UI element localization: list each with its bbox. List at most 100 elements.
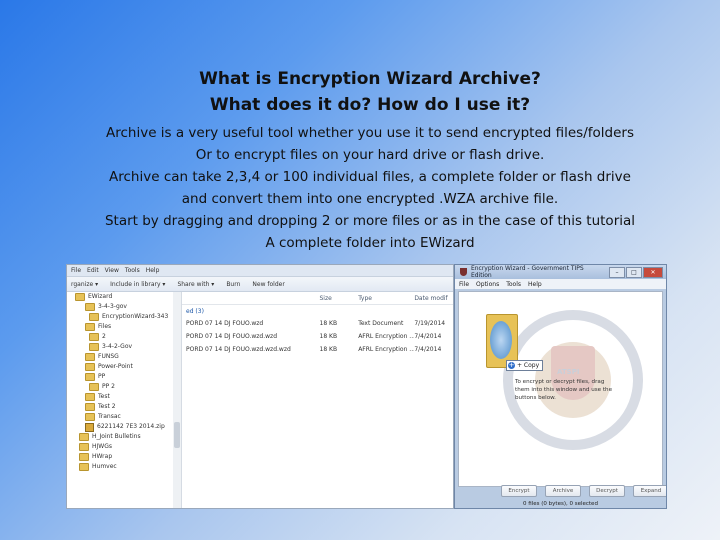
wizard-title: Encryption Wizard - Government TIPS Edit… bbox=[470, 265, 584, 279]
folder-icon bbox=[85, 303, 95, 311]
folder-icon bbox=[89, 383, 99, 391]
menu-edit[interactable]: Edit bbox=[87, 267, 99, 274]
file-type: AFRL Encryption ... bbox=[358, 333, 415, 340]
wizard-menu-file[interactable]: File bbox=[459, 281, 469, 288]
close-button[interactable]: ✕ bbox=[643, 266, 663, 278]
folder-icon bbox=[79, 453, 89, 461]
explorer-window: File Edit View Tools Help rganize ▾ Incl… bbox=[66, 264, 454, 509]
column-size[interactable]: Size bbox=[320, 295, 359, 302]
file-row[interactable]: PORD 07 14 DJ FOUO.wzd.wzd 18 KB AFRL Encr… bbox=[182, 330, 453, 343]
expand-button[interactable]: Expand bbox=[633, 485, 666, 497]
wizard-status: 0 files (0 bytes), 0 selected bbox=[523, 501, 598, 507]
body-line-2: Or to encrypt files on your hard drive o… bbox=[195, 147, 545, 163]
maximize-button[interactable]: □ bbox=[626, 266, 642, 278]
nav-item-label: H_Joint Bulletins bbox=[92, 433, 141, 440]
body-line-4: and convert them into one encrypted .WZA… bbox=[181, 191, 559, 207]
folder-icon bbox=[85, 323, 95, 331]
file-size: 18 KB bbox=[319, 320, 338, 327]
nav-item[interactable]: Humvec bbox=[67, 462, 173, 472]
folder-icon bbox=[85, 413, 95, 421]
file-name: PORD 07 14 DJ FOUO.wzd.wzd.wzd bbox=[186, 346, 291, 353]
nav-item-label: PP 2 bbox=[102, 383, 115, 390]
folder-icon bbox=[89, 333, 99, 341]
nav-item-label: 3-4-2-Gov bbox=[102, 343, 133, 350]
folder-icon bbox=[75, 293, 85, 301]
nav-item[interactable]: H_Joint Bulletins bbox=[67, 432, 173, 442]
organize-button[interactable]: rganize ▾ bbox=[71, 281, 98, 288]
nav-item[interactable]: 6221142 7E3 2014.zip bbox=[67, 422, 173, 432]
nav-item[interactable]: Files bbox=[67, 322, 173, 332]
file-row[interactable]: PORD 07 14 DJ FOUO.wzd.wzd.wzd 18 KB AFRL … bbox=[182, 343, 453, 356]
nav-item-label: EWizard bbox=[88, 293, 113, 300]
nav-item[interactable]: 3-4-3-gov bbox=[67, 302, 173, 312]
nav-item[interactable]: HJWGs bbox=[67, 442, 173, 452]
window-controls: – □ ✕ bbox=[609, 266, 666, 278]
wizard-menu-help[interactable]: Help bbox=[528, 281, 542, 288]
nav-item[interactable]: Transac bbox=[67, 412, 173, 422]
slide-title: What is Encryption Wizard Archive? What … bbox=[60, 66, 680, 118]
wizard-shield-icon bbox=[460, 268, 467, 276]
folder-icon bbox=[85, 353, 95, 361]
nav-item-label: Test 2 bbox=[98, 403, 116, 410]
nav-item[interactable]: 2 bbox=[67, 332, 173, 342]
scrollbar-thumb[interactable] bbox=[174, 422, 180, 448]
file-row[interactable]: PORD 07 14 DJ FOUO.wzd 18 KB Text Document… bbox=[182, 317, 453, 330]
column-type[interactable]: Type bbox=[358, 295, 414, 302]
nav-item[interactable]: 3-4-2-Gov bbox=[67, 342, 173, 352]
encrypt-button[interactable]: Encrypt bbox=[501, 485, 537, 497]
include-in-library-button[interactable]: Include in library ▾ bbox=[110, 281, 165, 288]
nav-item[interactable]: PP 2 bbox=[67, 382, 173, 392]
file-date: 7/4/2014 bbox=[414, 346, 442, 353]
file-size: 18 KB bbox=[319, 333, 338, 340]
nav-item[interactable]: Power-Point bbox=[67, 362, 173, 372]
explorer-menubar: File Edit View Tools Help bbox=[67, 265, 453, 277]
nav-item-label: HJWGs bbox=[92, 443, 112, 450]
nav-item-label: 3-4-3-gov bbox=[98, 303, 127, 310]
copy-tooltip: + + Copy bbox=[506, 360, 544, 371]
burn-button[interactable]: Burn bbox=[226, 281, 240, 288]
navigation-scrollbar[interactable] bbox=[173, 292, 182, 508]
file-name: PORD 07 14 DJ FOUO.wzd.wzd bbox=[186, 333, 278, 340]
column-date[interactable]: Date modif bbox=[414, 295, 453, 302]
new-folder-button[interactable]: New folder bbox=[252, 281, 284, 288]
nav-item[interactable]: HWrap bbox=[67, 452, 173, 462]
nav-item[interactable]: EWizard bbox=[67, 292, 173, 302]
copy-plus-icon: + bbox=[508, 361, 515, 369]
folder-icon bbox=[85, 403, 95, 411]
minimize-button[interactable]: – bbox=[609, 266, 625, 278]
share-with-button[interactable]: Share with ▾ bbox=[177, 281, 214, 288]
nav-item[interactable]: PP bbox=[67, 372, 173, 382]
nav-item[interactable]: FUNSG bbox=[67, 352, 173, 362]
body-line-6: A complete folder into EWizard bbox=[265, 235, 475, 251]
wizard-button-row: Encrypt Archive Decrypt Expand bbox=[501, 485, 666, 497]
title-line-1: What is Encryption Wizard Archive? bbox=[199, 69, 541, 89]
nav-item-label: Test bbox=[98, 393, 110, 400]
nav-item[interactable]: Test 2 bbox=[67, 402, 173, 412]
folder-disc-icon bbox=[490, 321, 512, 359]
file-name: PORD 07 14 DJ FOUO.wzd bbox=[186, 320, 264, 327]
decrypt-button[interactable]: Decrypt bbox=[589, 485, 625, 497]
body-line-5: Start by dragging and dropping 2 or more… bbox=[104, 213, 636, 229]
body-line-3: Archive can take 2,3,4 or 100 individual… bbox=[109, 169, 631, 185]
menu-help[interactable]: Help bbox=[146, 267, 160, 274]
slide-text: What is Encryption Wizard Archive? What … bbox=[60, 66, 680, 254]
file-type: AFRL Encryption ... bbox=[358, 346, 415, 353]
encryption-wizard-window: Encryption Wizard - Government TIPS Edit… bbox=[454, 264, 667, 509]
title-line-2: What does it do? How do I use it? bbox=[209, 95, 531, 115]
archive-button[interactable]: Archive bbox=[545, 485, 581, 497]
menu-view[interactable]: View bbox=[105, 267, 119, 274]
nav-item[interactable]: EncryptionWizard-343 bbox=[67, 312, 173, 322]
drop-instruction: To encrypt or decrypt files, drag them i… bbox=[515, 379, 613, 401]
seal-label: ATSPI bbox=[557, 368, 580, 376]
wizard-menu-options[interactable]: Options bbox=[476, 281, 499, 288]
nav-item[interactable]: Test bbox=[67, 392, 173, 402]
nav-item-label: FUNSG bbox=[98, 353, 119, 360]
menu-tools[interactable]: Tools bbox=[125, 267, 140, 274]
nav-item-label: 2 bbox=[102, 333, 106, 340]
file-list: Size Type Date modif ed (3) PORD 07 14 D… bbox=[182, 292, 453, 508]
file-type: Text Document bbox=[358, 320, 404, 327]
folder-icon bbox=[89, 343, 99, 351]
wizard-drop-area[interactable]: ATSPI + + Copy To encrypt or decrypt fil… bbox=[458, 291, 663, 487]
menu-file[interactable]: File bbox=[71, 267, 81, 274]
wizard-menu-tools[interactable]: Tools bbox=[506, 281, 521, 288]
